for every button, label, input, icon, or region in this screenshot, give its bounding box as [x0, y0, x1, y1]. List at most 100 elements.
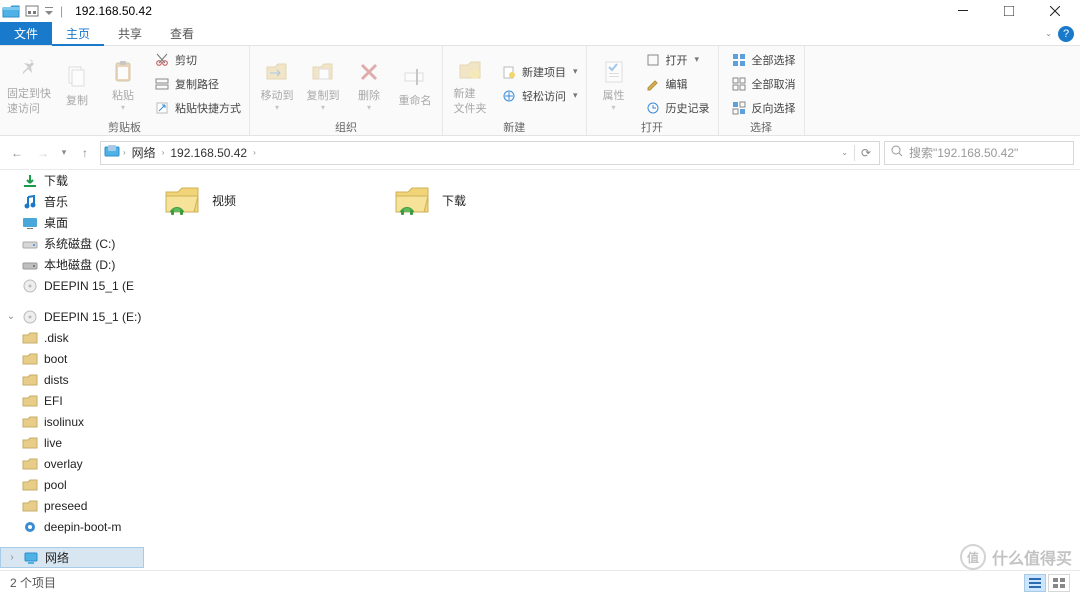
sidebar-item[interactable]: preseed: [0, 495, 144, 516]
folder-item[interactable]: 下载: [388, 178, 608, 222]
search-input[interactable]: [909, 146, 1067, 160]
search-box[interactable]: [884, 141, 1074, 165]
collapse-ribbon-icon[interactable]: ⌄: [1045, 29, 1052, 38]
sidebar-item[interactable]: 下载: [0, 170, 144, 191]
ribbon-group-select: 全部选择 全部取消 反向选择 选择: [719, 46, 805, 135]
tab-share[interactable]: 共享: [104, 22, 156, 45]
sidebar-item-label: live: [44, 436, 62, 450]
ribbon-tabs: 文件 主页 共享 查看 ⌄ ?: [0, 22, 1080, 46]
download-icon: [22, 173, 38, 189]
group-label: 新建: [443, 119, 586, 135]
breadcrumb-item[interactable]: 192.168.50.42: [166, 146, 251, 160]
breadcrumb[interactable]: › 网络 › 192.168.50.42 › ⌄ ⟳: [100, 141, 880, 165]
copy-button[interactable]: 复制: [54, 58, 100, 108]
chevron-right-icon[interactable]: ›: [123, 148, 126, 157]
properties-button[interactable]: 属性▾: [591, 53, 637, 114]
window-title: 192.168.50.42: [75, 4, 152, 18]
sidebar-item[interactable]: 本地磁盘 (D:): [0, 254, 144, 275]
edit-button[interactable]: 编辑: [641, 73, 692, 95]
sidebar-item-label: 音乐: [44, 193, 68, 210]
content-pane[interactable]: 视频 下载: [144, 170, 1080, 570]
details-view-button[interactable]: [1024, 574, 1046, 592]
sidebar-item[interactable]: 桌面: [0, 212, 144, 233]
ribbon-group-organize: 移动到▾ 复制到▾ 删除▾ 重命名 组织: [250, 46, 443, 135]
maximize-button[interactable]: [986, 0, 1032, 22]
chevron-right-icon[interactable]: ›: [253, 148, 256, 157]
desktop-icon: [22, 215, 38, 231]
drive2-icon: [22, 257, 38, 273]
sidebar-item-label: 桌面: [44, 214, 68, 231]
easy-access-button[interactable]: 轻松访问▾: [497, 85, 582, 107]
close-button[interactable]: [1032, 0, 1078, 22]
expand-icon[interactable]: ›: [7, 552, 17, 563]
pin-button[interactable]: 固定到快 速访问: [4, 51, 54, 116]
move-to-button[interactable]: 移动到▾: [254, 53, 300, 114]
chevron-down-icon: ▾: [121, 103, 125, 113]
new-item-button[interactable]: 新建项目▾: [497, 61, 582, 83]
qat-dropdown-icon[interactable]: [44, 3, 54, 19]
sidebar-item[interactable]: isolinux: [0, 411, 144, 432]
recent-dropdown[interactable]: ▾: [58, 142, 70, 164]
open-button[interactable]: 打开▾: [641, 49, 704, 71]
network-folder-icon: [392, 182, 432, 218]
sidebar-item[interactable]: overlay: [0, 453, 144, 474]
sidebar-item[interactable]: EFI: [0, 390, 144, 411]
large-icons-view-button[interactable]: [1048, 574, 1070, 592]
sidebar-item[interactable]: 系统磁盘 (C:): [0, 233, 144, 254]
sidebar-item-label: isolinux: [44, 415, 84, 429]
sidebar-item[interactable]: 音乐: [0, 191, 144, 212]
cut-button[interactable]: 剪切: [150, 49, 201, 71]
explorer-icon: [2, 2, 20, 20]
copy-path-button[interactable]: 复制路径: [150, 73, 223, 95]
back-button[interactable]: ←: [6, 142, 28, 164]
window-controls: [940, 0, 1078, 22]
folder-label: 视频: [212, 192, 236, 209]
forward-button[interactable]: →: [32, 142, 54, 164]
easy-access-icon: [501, 88, 517, 104]
watermark-text: 什么值得买: [992, 545, 1072, 569]
invert-selection-button[interactable]: 反向选择: [727, 97, 800, 119]
sidebar-item[interactable]: live: [0, 432, 144, 453]
history-button[interactable]: 历史记录: [641, 97, 714, 119]
dropdown-icon[interactable]: ⌄: [841, 148, 848, 157]
chevron-right-icon[interactable]: ›: [162, 148, 165, 157]
paste-shortcut-button[interactable]: 粘贴快捷方式: [150, 97, 245, 119]
copy-to-button[interactable]: 复制到▾: [300, 53, 346, 114]
copy-icon: [64, 60, 90, 94]
tab-view[interactable]: 查看: [156, 22, 208, 45]
ribbon-right: ⌄ ?: [1045, 22, 1080, 45]
sidebar-item[interactable]: ⌄DEEPIN 15_1 (E:): [0, 306, 144, 327]
tab-file[interactable]: 文件: [0, 22, 52, 45]
navigation-pane[interactable]: 下载音乐桌面系统磁盘 (C:)本地磁盘 (D:)DEEPIN 15_1 (E ⌄D…: [0, 170, 144, 570]
pin-icon: [16, 53, 42, 87]
watermark-logo-icon: 值: [960, 544, 986, 570]
breadcrumb-item[interactable]: 网络: [128, 144, 160, 161]
new-folder-button[interactable]: 新建 文件夹: [447, 51, 493, 116]
qat-item-icon[interactable]: [24, 3, 40, 19]
sidebar-item[interactable]: .disk: [0, 327, 144, 348]
folder-item[interactable]: 视频: [158, 178, 378, 222]
sidebar-item[interactable]: dists: [0, 369, 144, 390]
select-none-icon: [731, 76, 747, 92]
item-count: 2 个项目: [10, 574, 56, 591]
paste-icon: [110, 55, 136, 89]
collapse-icon[interactable]: ⌄: [6, 311, 16, 322]
sidebar-item[interactable]: boot: [0, 348, 144, 369]
sidebar-item[interactable]: deepin-boot-m: [0, 516, 144, 537]
gear-icon: [22, 519, 38, 535]
delete-button[interactable]: 删除▾: [346, 53, 392, 114]
tab-home[interactable]: 主页: [52, 22, 104, 46]
up-button[interactable]: ↑: [74, 142, 96, 164]
rename-button[interactable]: 重命名: [392, 58, 438, 108]
paste-button[interactable]: 粘贴 ▾: [100, 53, 146, 114]
sidebar-item[interactable]: pool: [0, 474, 144, 495]
help-icon[interactable]: ?: [1058, 26, 1074, 42]
refresh-button[interactable]: ⟳: [861, 146, 871, 160]
sidebar-item[interactable]: ›网络: [0, 547, 144, 568]
select-none-button[interactable]: 全部取消: [727, 73, 800, 95]
sidebar-item[interactable]: DEEPIN 15_1 (E: [0, 275, 144, 296]
copy-path-icon: [154, 76, 170, 92]
select-all-button[interactable]: 全部选择: [727, 49, 800, 71]
minimize-button[interactable]: [940, 0, 986, 22]
scissors-icon: [154, 52, 170, 68]
